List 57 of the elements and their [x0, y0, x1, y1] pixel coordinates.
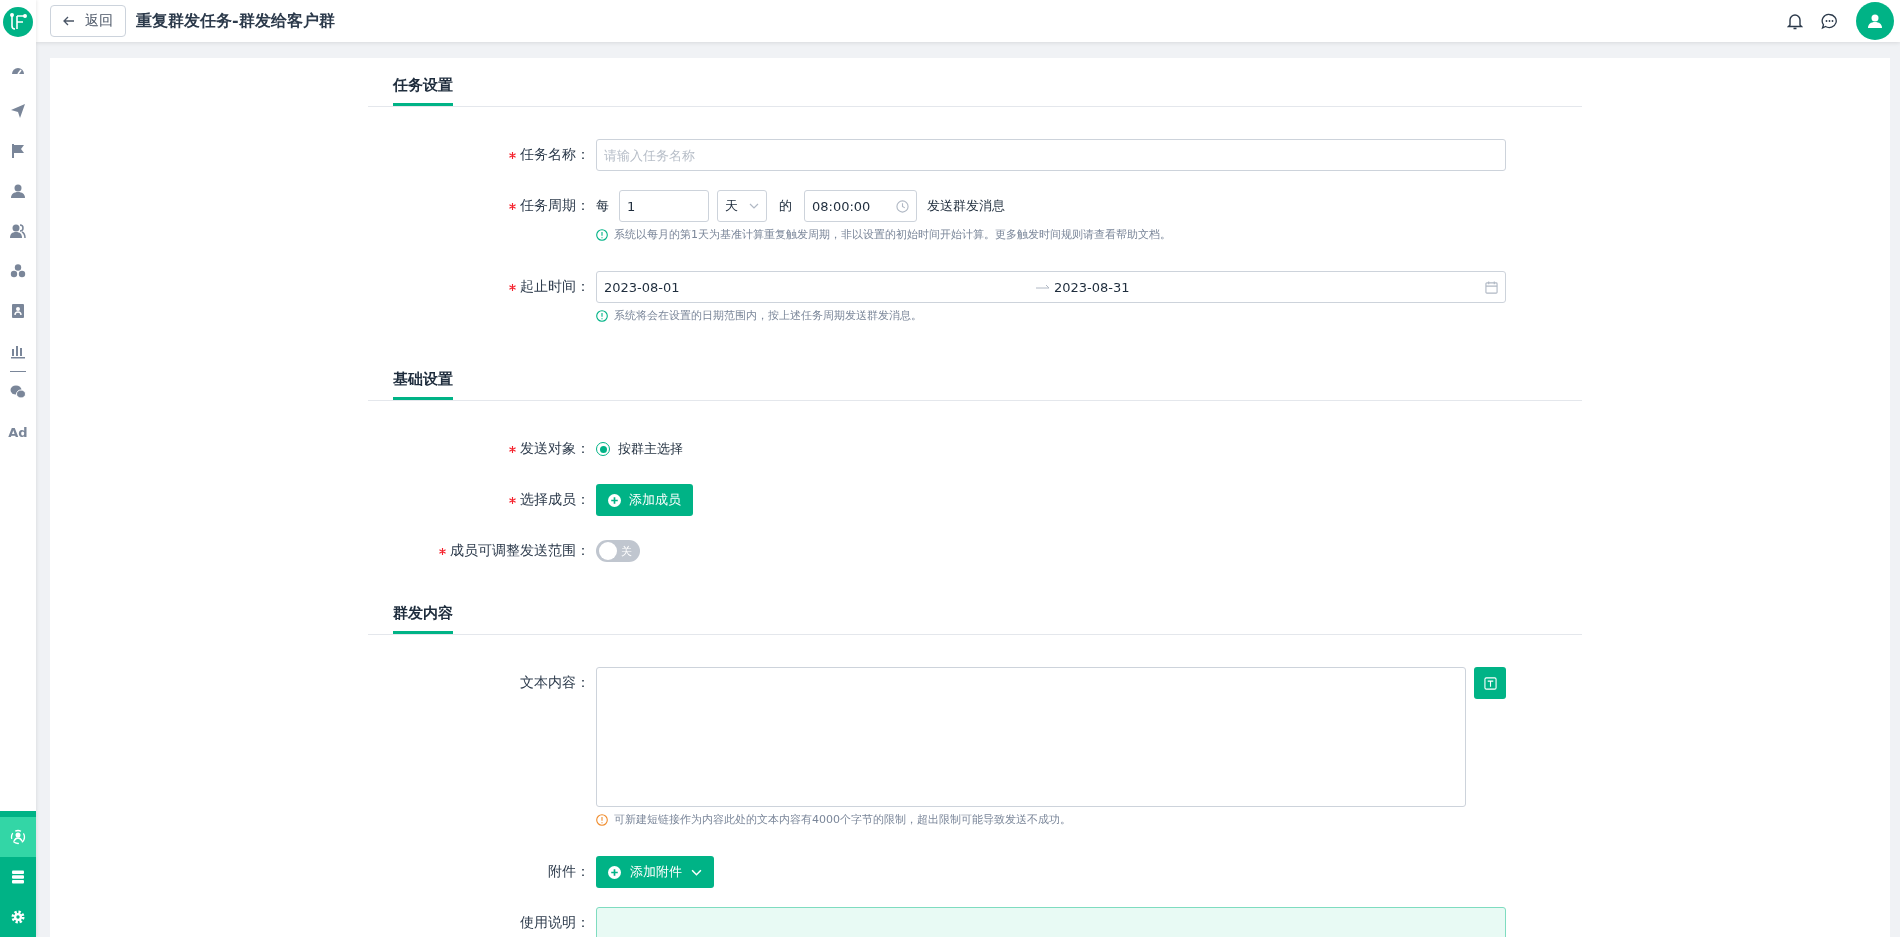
chat-bubbles-icon[interactable]	[10, 384, 26, 400]
field-label: 任务名称：	[520, 146, 590, 164]
exclamation-circle-icon	[596, 228, 608, 241]
user-icon[interactable]	[10, 183, 26, 199]
text-box-icon	[1483, 676, 1497, 690]
notification-bell-icon[interactable]	[1787, 12, 1803, 30]
section-title: 群发内容	[393, 604, 453, 634]
clock-icon	[896, 199, 909, 213]
calendar-icon	[1485, 280, 1498, 294]
section-title: 任务设置	[393, 76, 453, 106]
unit-select[interactable]: 天	[717, 190, 767, 222]
three-dots-cluster-icon[interactable]	[10, 263, 26, 279]
field-label: 选择成员：	[520, 491, 590, 509]
field-label: 使用说明：	[520, 914, 590, 932]
task-name-input[interactable]: 请输入任务名称	[596, 139, 1506, 171]
date-range-picker[interactable]: 2023-08-01 2023-08-31	[596, 271, 1506, 303]
count-input[interactable]: 1	[619, 190, 709, 222]
exclamation-circle-icon	[596, 309, 608, 322]
flag-icon[interactable]	[10, 143, 26, 159]
hint-text: 系统将会在设置的日期范围内，按上述任务周期发送群发消息。	[614, 308, 922, 323]
field-label: 起止时间：	[520, 278, 590, 296]
field-label: 附件：	[548, 863, 590, 881]
right-arrow-icon	[1036, 284, 1050, 290]
user-silhouette-icon	[1867, 13, 1883, 29]
bar-chart-icon[interactable]	[10, 343, 26, 359]
page-title: 重复群发任务-群发给客户群	[136, 10, 335, 32]
time-picker[interactable]: 08:00:00	[804, 190, 917, 222]
field-label: 成员可调整发送范围：	[450, 542, 590, 560]
ad-label[interactable]: Ad	[8, 424, 28, 440]
section-title: 基础设置	[393, 370, 453, 400]
orbit-user-icon	[10, 829, 26, 845]
radio-label[interactable]: 按群主选择	[618, 440, 683, 458]
logo-icon[interactable]	[3, 7, 33, 37]
every-label: 每	[596, 197, 609, 215]
contact-card-icon[interactable]	[10, 303, 26, 319]
paper-plane-icon[interactable]	[10, 103, 26, 119]
chevron-down-icon	[749, 203, 759, 209]
text-format-button[interactable]	[1474, 667, 1506, 699]
of-label: 的	[779, 197, 792, 215]
user-avatar[interactable]	[1856, 2, 1894, 40]
field-label: 文本内容：	[520, 674, 590, 692]
chevron-down-icon	[691, 868, 702, 876]
field-label: 任务周期：	[520, 197, 590, 215]
field-label: 发送对象：	[520, 440, 590, 458]
text-content-field[interactable]	[596, 667, 1467, 807]
users-icon[interactable]	[10, 223, 26, 239]
hint-text: 系统以每月的第1天为基准计算重复触发周期，非以设置的初始时间开始计算。更多触发时间规则请查看帮助文档。	[614, 227, 1171, 242]
chat-bubble-icon[interactable]	[1821, 12, 1838, 30]
exclamation-circle-icon	[596, 813, 608, 826]
left-arrow-icon	[63, 15, 75, 27]
send-message-label: 发送群发消息	[927, 197, 1005, 215]
hint-text: 可新建短链接作为内容此处的文本内容有4000个字节的限制，超出限制可能导致发送不成功。	[614, 812, 1071, 827]
settings-icon	[10, 909, 26, 925]
plus-circle-icon	[608, 493, 621, 507]
server-stack-icon	[10, 869, 26, 885]
back-button[interactable]: 返回	[50, 5, 126, 37]
plus-circle-icon	[608, 865, 621, 879]
